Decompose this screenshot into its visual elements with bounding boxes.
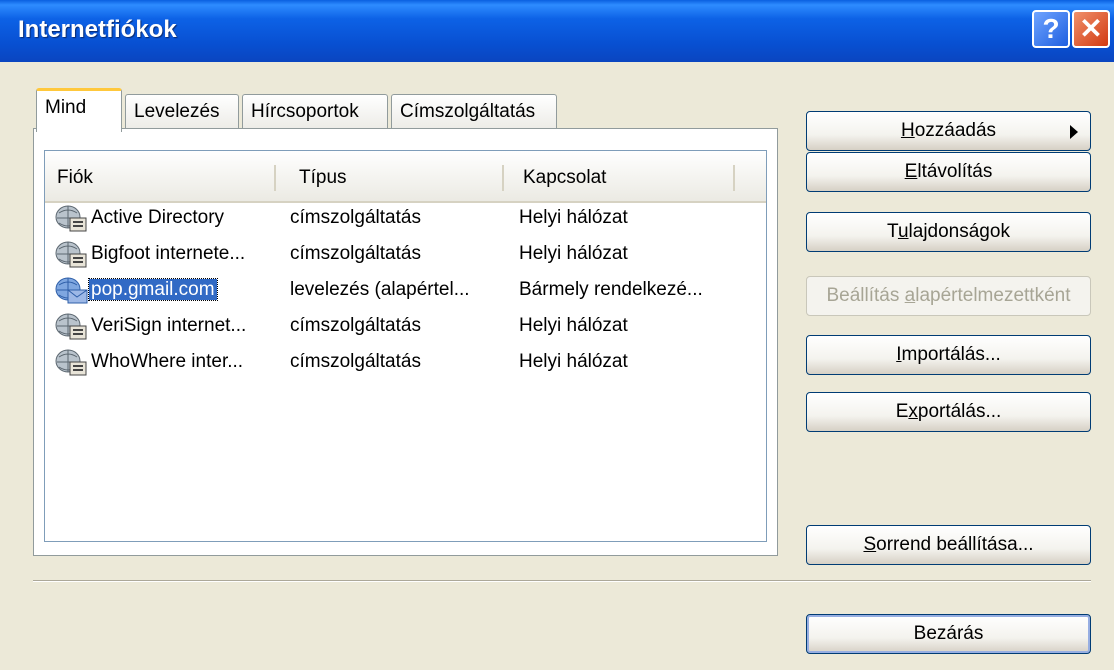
column-divider[interactable]: [733, 165, 735, 191]
close-window-button[interactable]: ✕: [1072, 10, 1110, 48]
window-title: Internetfiókok: [18, 16, 177, 43]
column-header-tipus[interactable]: Típus: [299, 167, 347, 189]
account-type: címszolgáltatás: [290, 207, 421, 228]
list-item[interactable]: WhoWhere inter... címszolgáltatás Helyi …: [45, 347, 766, 381]
import-label: Importálás...: [896, 344, 1001, 365]
account-connection: Helyi hálózat: [519, 315, 628, 336]
add-label: Hozzáadás: [900, 120, 997, 141]
list-header: Fiók Típus Kapcsolat: [45, 151, 766, 203]
directory-service-icon: [55, 313, 89, 341]
list-item-selected[interactable]: pop.gmail.com levelezés (alapértel... Bá…: [45, 275, 766, 309]
account-connection: Bármely rendelkezé...: [519, 279, 703, 300]
accounts-list[interactable]: Fiók Típus Kapcsolat Active Directory cí…: [44, 150, 767, 542]
list-item[interactable]: VeriSign internet... címszolgáltatás Hel…: [45, 311, 766, 345]
account-name: Bigfoot internete...: [91, 243, 246, 264]
directory-service-icon: [55, 241, 89, 269]
help-button[interactable]: ?: [1032, 10, 1070, 48]
set-default-button[interactable]: Beállítás alapértelmezettként: [806, 276, 1091, 316]
close-icon: ✕: [1079, 13, 1103, 44]
account-name: WhoWhere inter...: [91, 351, 244, 372]
divider: [33, 580, 1091, 582]
account-name: VeriSign internet...: [91, 315, 247, 336]
column-divider[interactable]: [274, 165, 276, 191]
column-divider[interactable]: [502, 165, 504, 191]
account-connection: Helyi hálózat: [519, 243, 628, 264]
title-bar: Internetfiókok ? ✕: [0, 0, 1114, 62]
directory-service-icon: [55, 349, 89, 377]
export-label: Exportálás...: [895, 401, 1002, 422]
account-type: címszolgáltatás: [290, 243, 421, 264]
account-type: címszolgáltatás: [290, 351, 421, 372]
tab-label: Címszolgáltatás: [400, 101, 536, 122]
remove-button[interactable]: Eltávolítás: [806, 152, 1091, 192]
list-item[interactable]: Bigfoot internete... címszolgáltatás Hel…: [45, 239, 766, 273]
list-item[interactable]: Active Directory címszolgáltatás Helyi h…: [45, 203, 766, 237]
account-name: Active Directory: [91, 207, 225, 228]
export-button[interactable]: Exportálás...: [806, 392, 1091, 432]
tab-cimszolgaltatas[interactable]: Címszolgáltatás: [391, 94, 557, 130]
remove-label: Eltávolítás: [904, 161, 993, 182]
tab-label: Mind: [45, 97, 87, 118]
account-type: címszolgáltatás: [290, 315, 421, 336]
import-button[interactable]: Importálás...: [806, 335, 1091, 375]
set-default-label: Beállítás alapértelmezettként: [826, 285, 1071, 306]
submenu-arrow-icon: [1070, 125, 1078, 139]
tab-label: Levelezés: [134, 101, 220, 122]
help-icon: ?: [1042, 13, 1060, 44]
account-type: levelezés (alapértel...: [290, 279, 470, 300]
tab-hircsoportok[interactable]: Hírcsoportok: [242, 94, 388, 130]
close-button[interactable]: Bezárás: [806, 614, 1091, 654]
column-header-fiok[interactable]: Fiók: [57, 167, 93, 189]
directory-service-icon: [55, 205, 89, 233]
set-order-label: Sorrend beállítása...: [863, 534, 1034, 555]
mail-account-icon: [55, 277, 89, 305]
tab-mind[interactable]: Mind: [36, 88, 122, 132]
account-connection: Helyi hálózat: [519, 351, 628, 372]
tab-levelezes[interactable]: Levelezés: [125, 94, 239, 130]
set-order-button[interactable]: Sorrend beállítása...: [806, 525, 1091, 565]
account-connection: Helyi hálózat: [519, 207, 628, 228]
account-name: pop.gmail.com: [88, 278, 218, 301]
column-header-kapcsolat[interactable]: Kapcsolat: [523, 167, 606, 189]
close-label: Bezárás: [913, 623, 984, 644]
add-button[interactable]: Hozzáadás: [806, 111, 1091, 151]
properties-button[interactable]: Tulajdonságok: [806, 212, 1091, 252]
properties-label: Tulajdonságok: [887, 221, 1010, 242]
tab-label: Hírcsoportok: [251, 101, 359, 122]
